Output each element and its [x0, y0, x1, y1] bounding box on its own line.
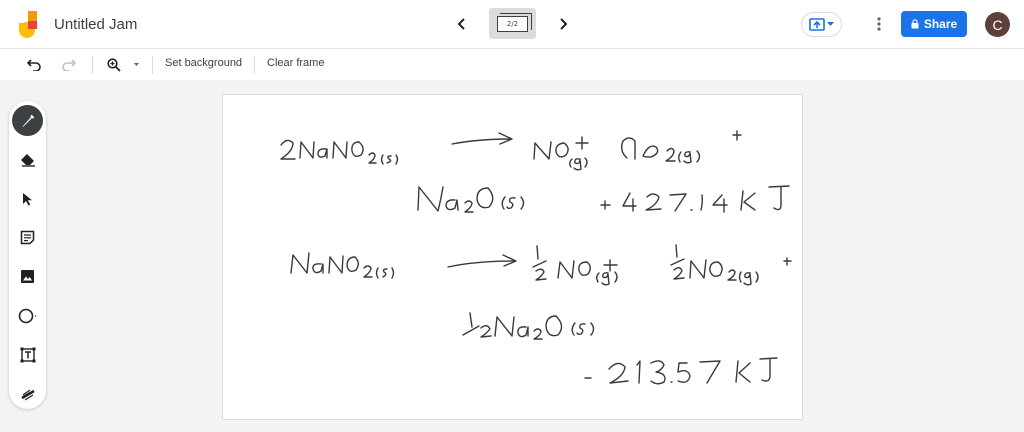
toolbar-divider [152, 56, 153, 74]
add-image-tool[interactable] [12, 261, 43, 292]
top-bar: Untitled Jam 2/2 Share C [0, 0, 1024, 49]
previous-frame-button[interactable] [450, 12, 474, 36]
sticky-note-tool[interactable] [12, 222, 43, 253]
eraser-tool[interactable] [12, 144, 43, 175]
eraser-icon [20, 153, 35, 167]
image-icon [21, 270, 34, 283]
text-box-icon [20, 347, 35, 362]
document-title[interactable]: Untitled Jam [54, 16, 137, 33]
sticky-note-icon [20, 230, 35, 245]
pen-icon [22, 114, 34, 127]
account-avatar[interactable]: C [985, 12, 1010, 37]
toolbar-divider [254, 56, 255, 74]
jamboard-logo-icon [19, 11, 37, 38]
cast-to-device-button[interactable] [801, 12, 842, 37]
handwritten-ink [280, 130, 792, 385]
set-background-button[interactable]: Set background [165, 57, 242, 69]
zoom-button[interactable] [103, 54, 125, 76]
clear-frame-button[interactable]: Clear frame [267, 57, 324, 69]
more-vert-icon [877, 17, 881, 31]
ink-line-1 [280, 130, 742, 171]
next-frame-button[interactable] [551, 12, 575, 36]
lock-icon [911, 19, 919, 29]
ink-line-4 [462, 312, 595, 340]
whiteboard-canvas[interactable] [222, 94, 803, 420]
cast-icon [809, 17, 825, 31]
share-label: Share [923, 17, 958, 31]
undo-button[interactable] [23, 54, 45, 76]
circle-icon [18, 308, 37, 323]
laser-tool[interactable] [12, 378, 43, 409]
caret-down-icon [827, 22, 834, 26]
frame-bar-toggle[interactable]: 2/2 [489, 8, 536, 39]
tool-panel [9, 101, 46, 409]
zoom-in-icon [107, 58, 121, 72]
shape-tool[interactable] [12, 300, 43, 331]
frame-indicator: 2/2 [497, 12, 532, 32]
share-button[interactable]: Share [901, 11, 967, 37]
chevron-left-icon [457, 18, 465, 30]
redo-icon [62, 59, 76, 71]
redo-button[interactable] [58, 54, 80, 76]
zoom-menu-button[interactable] [127, 54, 145, 76]
select-tool[interactable] [12, 183, 43, 214]
ink-line-5 [584, 357, 778, 385]
ink-line-3 [290, 244, 792, 286]
chevron-right-icon [560, 18, 568, 30]
pen-tool[interactable] [12, 105, 43, 136]
undo-icon [27, 59, 41, 71]
select-arrow-icon [22, 192, 32, 205]
toolbar-divider [92, 56, 93, 74]
edit-toolbar: Set background Clear frame [0, 49, 1024, 80]
text-box-tool[interactable] [12, 339, 43, 370]
ink-line-2 [417, 185, 790, 213]
caret-down-icon [133, 63, 139, 66]
more-options-button[interactable] [868, 12, 890, 36]
laser-icon [20, 389, 35, 401]
